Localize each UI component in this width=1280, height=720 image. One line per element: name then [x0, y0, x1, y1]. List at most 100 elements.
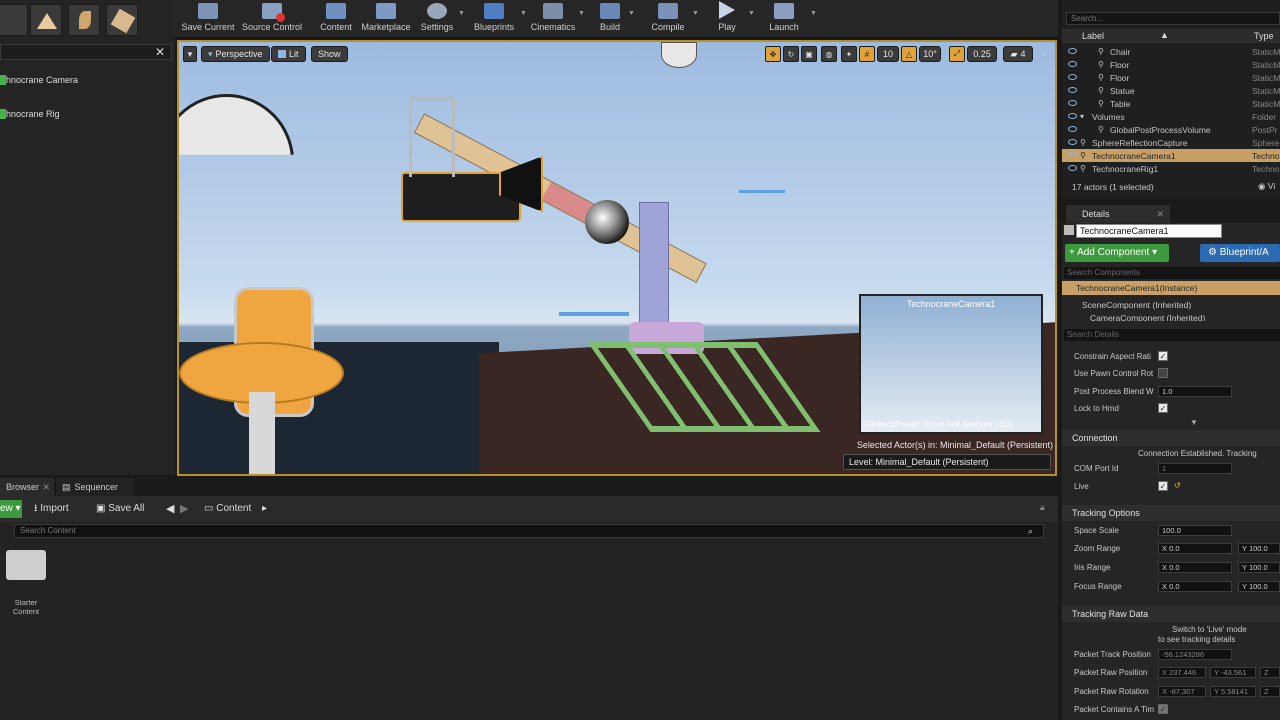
rotate-tool-icon[interactable]: ↻ — [783, 46, 799, 62]
scene-component-row[interactable]: SceneComponent (Inherited) — [1082, 300, 1191, 310]
expand-arrow-icon[interactable]: ▼ — [1190, 418, 1198, 427]
visibility-eye-icon[interactable] — [1068, 61, 1077, 67]
path-content-breadcrumb[interactable]: ▭ Content ▸ — [204, 500, 267, 518]
perspective-button[interactable]: ▾ Perspective — [201, 46, 270, 62]
visibility-eye-icon[interactable] — [1068, 152, 1077, 158]
compile-button[interactable]: Compile — [648, 0, 688, 38]
geometry-mode-icon[interactable] — [106, 4, 138, 36]
save-all-button[interactable]: ▣ Save All — [96, 500, 144, 518]
rotation-snap-value[interactable]: 10° — [919, 46, 941, 62]
outliner-row[interactable]: ⚲ TechnocraneCamera1 Techno — [1062, 149, 1280, 162]
level-viewport[interactable]: ▼ ▾ Perspective Lit Show ✥ ↻ ▣ ◍ ✦ # 10 △… — [177, 40, 1057, 476]
place-item-technocrane-rig[interactable]: hnocrane Rig — [0, 104, 172, 124]
content-browser-tab[interactable]: Browser ✕ — [0, 478, 54, 496]
scale-tool-icon[interactable]: ▣ — [801, 46, 817, 62]
content-button[interactable]: Content — [318, 0, 354, 38]
place-search-input[interactable]: ✕ — [0, 44, 172, 60]
close-icon[interactable]: ✕ — [155, 45, 165, 59]
visibility-eye-icon[interactable] — [1068, 139, 1077, 145]
scale-snap-icon[interactable]: ⤢ — [949, 46, 965, 62]
visibility-eye-icon[interactable] — [1068, 100, 1077, 106]
source-control-button[interactable]: Source Control — [240, 0, 304, 38]
type-column-header[interactable]: Type — [1254, 31, 1274, 41]
world-space-icon[interactable]: ◍ — [821, 46, 837, 62]
com-port-input[interactable]: 1 — [1158, 463, 1232, 474]
add-component-button[interactable]: + Add Component ▾ — [1065, 244, 1169, 262]
rotation-snap-icon[interactable]: △ — [901, 46, 917, 62]
build-button[interactable]: Build — [596, 0, 624, 38]
translate-gizmo-arrow[interactable] — [559, 312, 629, 316]
live-checkbox[interactable]: ✓ — [1158, 481, 1168, 491]
label-column-header[interactable]: Label — [1082, 31, 1104, 41]
visibility-eye-icon[interactable] — [1068, 126, 1077, 132]
show-button[interactable]: Show — [311, 46, 348, 62]
blueprints-dropdown-icon[interactable]: ▼ — [520, 10, 527, 17]
lit-button[interactable]: Lit — [271, 46, 306, 62]
settings-button[interactable]: Settings — [418, 0, 456, 38]
visibility-eye-icon[interactable] — [1068, 74, 1077, 80]
view-options-button[interactable]: ◉ Vi — [1258, 181, 1275, 192]
cinematics-button[interactable]: Cinematics — [530, 0, 576, 38]
marketplace-button[interactable]: Marketplace — [360, 0, 412, 38]
translate-tool-icon[interactable]: ✥ — [765, 46, 781, 62]
play-dropdown-icon[interactable]: ▼ — [748, 10, 755, 17]
outliner-row[interactable]: ▾ Volumes Folder — [1062, 110, 1280, 123]
add-new-button[interactable]: ew ▾ — [0, 500, 22, 518]
import-button[interactable]: ⭳ Import — [34, 500, 69, 518]
outliner-row[interactable]: ⚲ TechnocraneRig1 Techno — [1062, 162, 1280, 175]
connection-section-header[interactable]: Connection — [1062, 430, 1280, 446]
lock-to-hmd-checkbox[interactable]: ✓ — [1158, 403, 1168, 413]
sequencer-tab[interactable]: ▤ Sequencer — [56, 478, 134, 496]
lock-icon[interactable]: 🔒︎ — [1040, 502, 1045, 513]
place-item-technocrane-camera[interactable]: hnocrane Camera — [0, 70, 172, 90]
close-tab-icon[interactable]: ✕ — [42, 478, 50, 496]
play-button[interactable]: Play — [712, 0, 742, 38]
blueprint-button[interactable]: ⚙ Blueprint/A — [1200, 244, 1280, 262]
maximize-viewport-icon[interactable]: ▫ — [1037, 46, 1051, 62]
scale-snap-value[interactable]: 0.25 — [967, 46, 997, 62]
paint-mode-icon[interactable] — [0, 4, 28, 36]
outliner-row[interactable]: ⚲ GlobalPostProcessVolume PostPr — [1062, 123, 1280, 136]
save-current-button[interactable]: Save Current — [180, 0, 236, 38]
outliner-row[interactable]: ⚲ Statue StaticM — [1062, 84, 1280, 97]
forward-arrow-icon[interactable]: ▶ — [180, 502, 188, 515]
outliner-search-input[interactable]: Search... — [1066, 12, 1280, 25]
surface-snap-icon[interactable]: ✦ — [841, 46, 857, 62]
focus-range-x-input[interactable]: X 0.0 — [1158, 581, 1232, 592]
launch-dropdown-icon[interactable]: ▼ — [810, 10, 817, 17]
compile-dropdown-icon[interactable]: ▼ — [692, 10, 699, 17]
component-instance-row[interactable]: TechnocraneCamera1(Instance) — [1062, 281, 1280, 295]
search-details-input[interactable]: Search Details — [1064, 329, 1280, 341]
camera-speed-button[interactable]: ▰ 4 — [1003, 46, 1033, 62]
zoom-range-y-input[interactable]: Y 100.0 — [1238, 543, 1280, 554]
outliner-row[interactable]: ⚲ Floor StaticM — [1062, 71, 1280, 84]
use-pawn-control-checkbox[interactable] — [1158, 368, 1168, 378]
focus-range-y-input[interactable]: Y 100.0 — [1238, 581, 1280, 592]
close-tab-icon[interactable]: ✕ — [1156, 205, 1164, 223]
blueprints-button[interactable]: Blueprints — [470, 0, 518, 38]
build-dropdown-icon[interactable]: ▼ — [628, 10, 635, 17]
iris-range-x-input[interactable]: X 0.0 — [1158, 562, 1232, 573]
outliner-row[interactable]: ⚲ Floor StaticM — [1062, 58, 1280, 71]
tracking-options-section-header[interactable]: Tracking Options — [1062, 505, 1280, 521]
visibility-eye-icon[interactable] — [1068, 113, 1077, 119]
search-icon[interactable]: ⌕ — [1028, 526, 1033, 537]
starter-content-folder-icon[interactable] — [6, 550, 46, 580]
settings-dropdown-icon[interactable]: ▼ — [458, 10, 465, 17]
content-search-input[interactable]: Search Content — [14, 524, 1044, 538]
iris-range-y-input[interactable]: Y 100.0 — [1238, 562, 1280, 573]
outliner-row[interactable]: ⚲ Chair StaticM — [1062, 45, 1280, 58]
zoom-range-x-input[interactable]: X 0.0 — [1158, 543, 1232, 554]
constrain-aspect-checkbox[interactable]: ✓ — [1158, 351, 1168, 361]
grid-snap-icon[interactable]: # — [859, 46, 875, 62]
actor-name-input[interactable]: TechnocraneCamera1 — [1076, 224, 1222, 238]
reset-arrow-icon[interactable]: ↺ — [1174, 481, 1181, 490]
visibility-eye-icon[interactable] — [1068, 165, 1077, 171]
visibility-eye-icon[interactable] — [1068, 48, 1077, 54]
camera-component-row[interactable]: CameraComponent (Inherited) — [1090, 315, 1205, 321]
post-process-blend-input[interactable]: 1.0 — [1158, 386, 1232, 397]
outliner-row[interactable]: ⚲ SphereReflectionCapture Sphere — [1062, 136, 1280, 149]
search-components-input[interactable]: Search Components — [1064, 267, 1280, 279]
details-tab[interactable]: Details ✕ — [1066, 205, 1170, 223]
tracking-raw-data-section-header[interactable]: Tracking Raw Data — [1062, 606, 1280, 622]
